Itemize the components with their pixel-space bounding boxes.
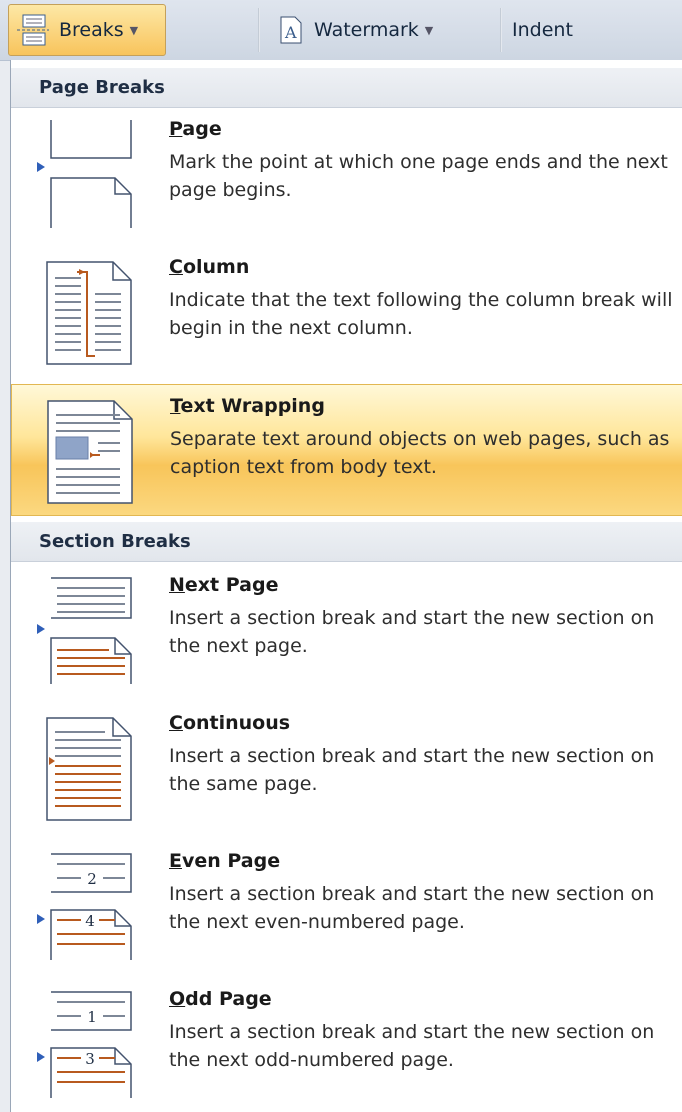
chevron-down-icon: ▼ [129,23,139,37]
title-rest: ext Page [184,574,279,596]
odd-page-break-icon: 1 3 [33,988,143,1107]
even-page-break-icon: 2 4 [33,850,143,969]
menu-item-title: Continuous [169,712,290,734]
accelerator-key: E [169,850,182,872]
ribbon-separator [500,8,502,52]
ribbon-separator [258,8,260,52]
page-breaks-header-label: Page Breaks [39,77,165,98]
even-page-number-top: 2 [87,870,97,888]
menu-item-even-page-break[interactable]: 2 4 Even Page Insert a section break and… [11,840,682,972]
page-breaks-header: Page Breaks [11,68,682,108]
menu-item-description: Mark the point at which one page ends an… [169,151,668,201]
menu-item-title: Odd Page [169,988,272,1010]
title-rest: ext Wrapping [180,395,325,417]
accelerator-key: O [169,988,186,1010]
menu-item-description: Insert a section break and start the new… [169,745,655,795]
watermark-label: Watermark [314,19,419,41]
menu-item-odd-page-break[interactable]: 1 3 Odd Page Insert a section break and … [11,978,682,1110]
breaks-dropdown-menu: Page Breaks Page Mark the point at which… [10,60,682,1112]
even-page-number-bottom: 4 [85,912,95,930]
accelerator-key: T [170,395,181,417]
accelerator-key: C [169,712,183,734]
menu-item-description: Separate text around objects on web page… [170,428,670,478]
title-rest: ven Page [181,850,281,872]
menu-item-title: Next Page [169,574,278,596]
title-rest: dd Page [185,988,272,1010]
page-break-icon [33,118,143,237]
section-breaks-header: Section Breaks [11,522,682,562]
odd-page-number-top: 1 [87,1008,97,1026]
text-wrapping-break-icon [34,395,144,505]
menu-item-column-break[interactable]: Column Indicate that the text following … [11,246,682,378]
menu-item-title: Page [169,118,222,140]
menu-item-text-wrapping-break[interactable]: Text Wrapping Separate text around objec… [11,384,682,516]
accelerator-key: N [169,574,185,596]
watermark-button[interactable]: A Watermark ▼ [270,4,498,56]
menu-item-page-break[interactable]: Page Mark the point at which one page en… [11,108,682,240]
odd-page-number-bottom: 3 [85,1050,95,1068]
next-page-break-icon [33,574,143,693]
breaks-button[interactable]: Breaks ▼ [8,4,166,56]
column-break-icon [33,256,143,366]
menu-item-description: Insert a section break and start the new… [169,883,655,933]
chevron-down-icon: ▼ [424,23,434,37]
menu-item-description: Insert a section break and start the new… [169,607,655,657]
continuous-break-icon [33,712,143,822]
ribbon-toolbar: Breaks ▼ A Watermark ▼ Indent [0,0,682,61]
svg-text:A: A [284,23,297,42]
menu-item-next-page-break[interactable]: Next Page Insert a section break and sta… [11,564,682,696]
title-rest: age [182,118,222,140]
menu-item-title: Text Wrapping [170,395,325,417]
menu-item-description: Insert a section break and start the new… [169,1021,655,1071]
menu-item-description: Indicate that the text following the col… [169,289,673,339]
indent-group-label: Indent [506,4,626,56]
title-rest: olumn [182,256,250,278]
section-breaks-header-label: Section Breaks [39,531,191,552]
breaks-label: Breaks [59,19,124,41]
indent-label: Indent [512,19,573,41]
title-rest: ontinuous [182,712,291,734]
menu-item-title: Even Page [169,850,280,872]
watermark-icon: A [276,15,306,45]
breaks-icon [15,13,51,47]
menu-item-title: Column [169,256,249,278]
menu-item-continuous-break[interactable]: Continuous Insert a section break and st… [11,702,682,834]
accelerator-key: C [169,256,183,278]
accelerator-key: P [169,118,183,140]
